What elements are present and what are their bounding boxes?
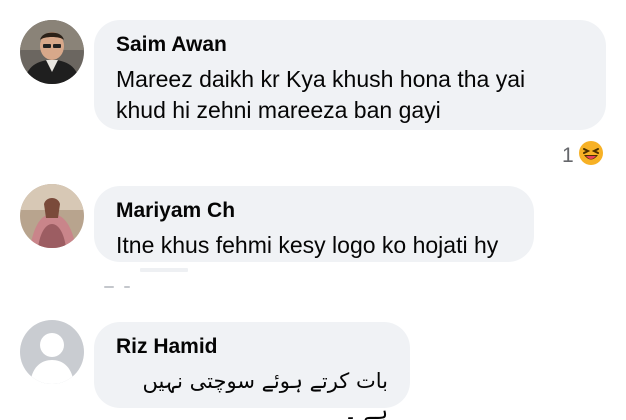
laughing-emoji-icon xyxy=(578,140,604,171)
reaction-summary[interactable]: 1 xyxy=(562,140,604,171)
comment-author[interactable]: Riz Hamid xyxy=(116,334,388,360)
reaction-count: 1 xyxy=(562,143,574,167)
avatar-riz-hamid[interactable] xyxy=(20,320,84,384)
comment-bubble: Mariyam Ch Itne khus fehmi kesy logo ko … xyxy=(94,186,534,262)
comments-section: Saim Awan Mareez daikh kr Kya khush hona… xyxy=(0,0,626,420)
avatar-saim-awan[interactable] xyxy=(20,20,84,84)
divider xyxy=(140,268,188,272)
comment-text-line: بات کرتے ہوئے سوچتی نہیں ہے ۔ xyxy=(142,369,389,420)
comment-text-line: khud hi zehni mareeza ban gayi xyxy=(116,97,441,123)
comment-bubble: Riz Hamid بات کرتے ہوئے سوچتی نہیں ہے ۔ xyxy=(94,322,410,420)
comment-author[interactable]: Mariyam Ch xyxy=(116,198,512,224)
avatar-mariyam-ch[interactable] xyxy=(20,184,84,248)
divider xyxy=(124,286,130,288)
divider xyxy=(104,286,114,288)
comment-text-line: Itne khus fehmi kesy logo ko hojati hy xyxy=(116,232,499,258)
comment-author[interactable]: Saim Awan xyxy=(116,32,584,58)
comment-bubble: Saim Awan Mareez daikh kr Kya khush hona… xyxy=(94,20,606,130)
comment-text-line: Mareez daikh kr Kya khush hona tha yai xyxy=(116,66,526,92)
